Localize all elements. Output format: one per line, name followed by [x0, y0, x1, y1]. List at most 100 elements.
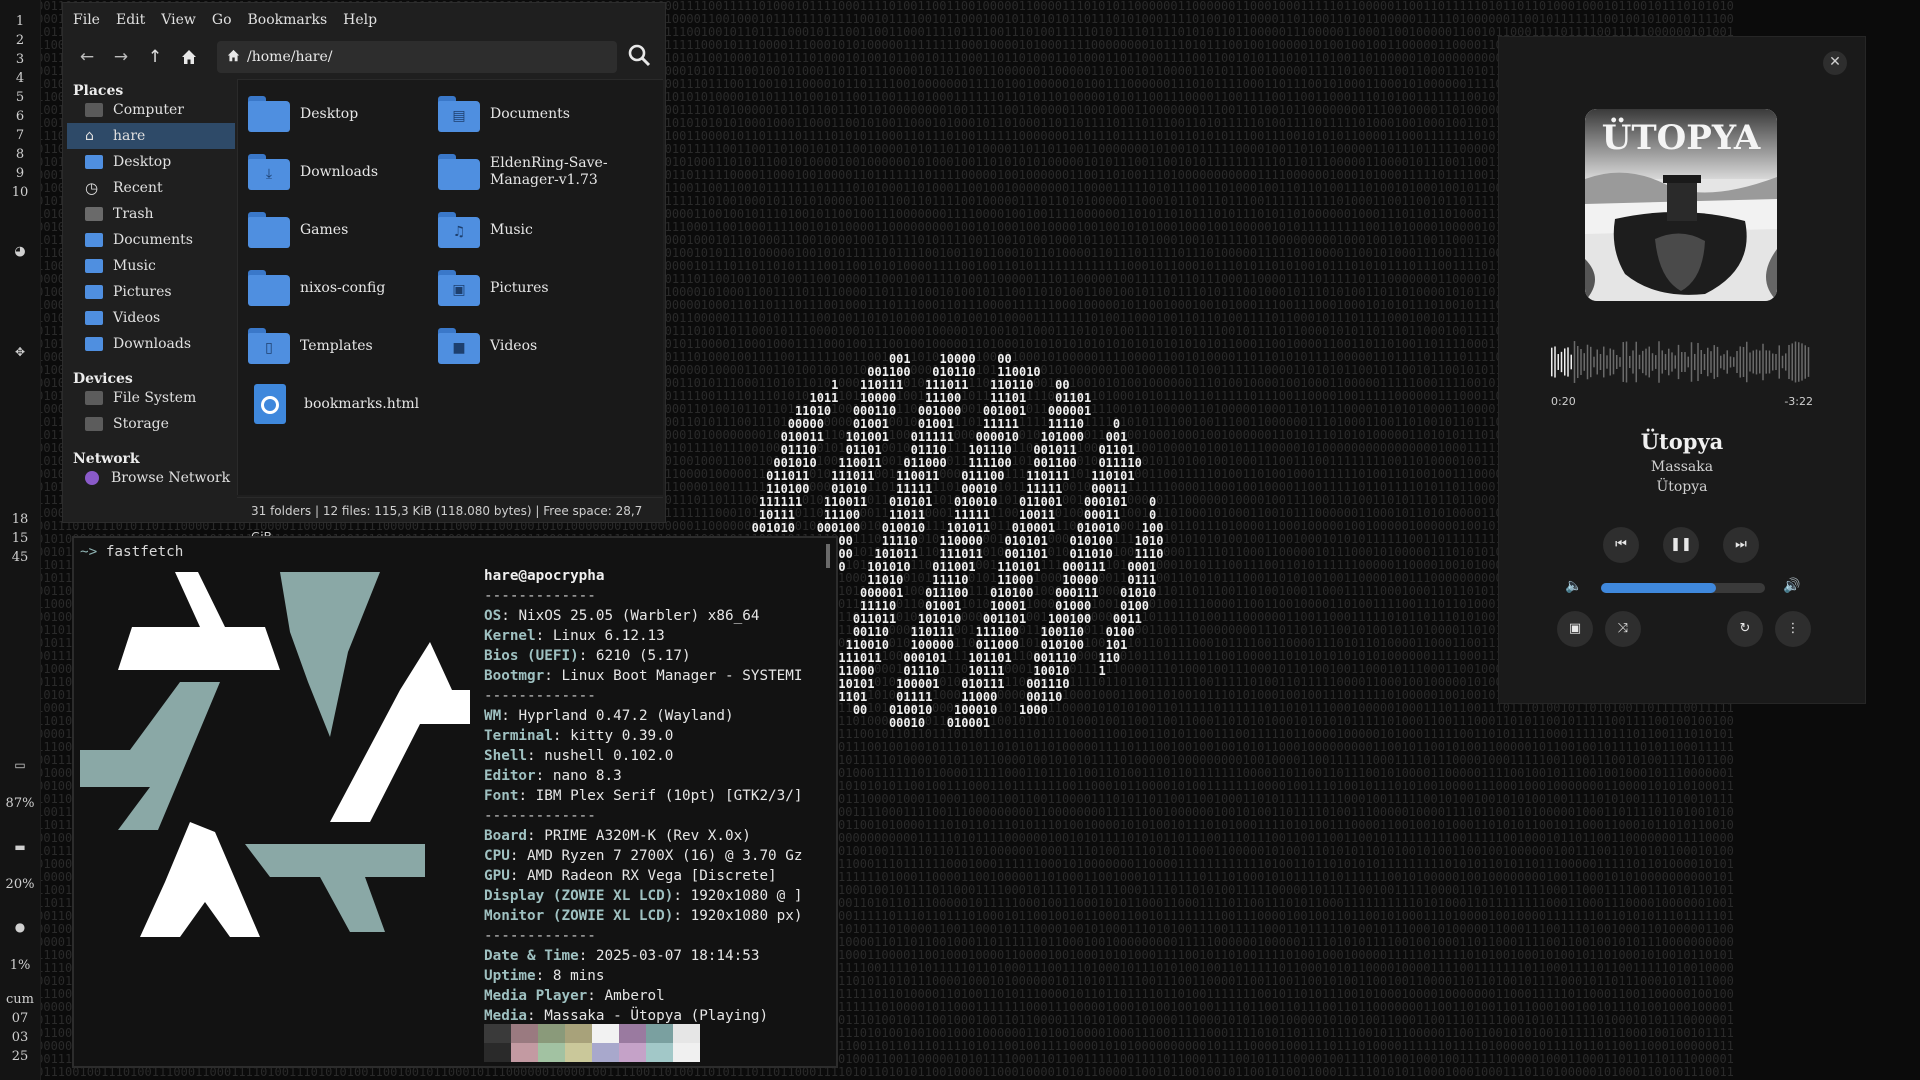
sidebar-item-downloads[interactable]: Downloads [67, 331, 235, 357]
waveform-bar [1684, 352, 1686, 372]
info-value: Hyprland 0.47.2 (Wayland) [518, 708, 734, 724]
sidebar-item-documents[interactable]: Documents [67, 227, 235, 253]
menu-view[interactable]: View [161, 12, 196, 28]
info-key: Uptime [484, 968, 536, 984]
sidebar-item-music[interactable]: Music [67, 253, 235, 279]
info-value: PRIME A320M-K (Rev X.0x) [544, 828, 751, 844]
menu-edit[interactable]: Edit [116, 12, 145, 28]
terminal-window[interactable]: ~> fastfetch hare@apocrypha -------------… [72, 536, 838, 1068]
file-name: Documents [490, 105, 570, 122]
steam-icon[interactable]: ◕ [0, 244, 40, 259]
folder-icon: ⤓ [248, 154, 290, 190]
color-swatch [484, 1024, 511, 1043]
location-path: /home/hare/ [247, 49, 333, 65]
info-key: Monitor (ZOWIE XL LCD) [484, 908, 674, 924]
folder-item[interactable]: EldenRing-Save- Manager-v1.73 [438, 148, 628, 196]
workspace-7[interactable]: 7 [0, 128, 40, 143]
sidebar-item-browse-network[interactable]: Browse Network [67, 465, 235, 491]
workspace-5[interactable]: 5 [0, 90, 40, 105]
up-arrow-icon[interactable]: ↑ [143, 45, 167, 69]
waveform-bar [1567, 347, 1569, 377]
previous-button[interactable]: ⏮ [1603, 527, 1639, 563]
scrollbar[interactable] [826, 544, 830, 568]
search-icon [628, 44, 651, 67]
sidebar-item-label: Documents [113, 232, 193, 248]
folder-videos-icon [85, 311, 103, 325]
folder-item[interactable]: ■ Videos [438, 322, 628, 370]
menu-go[interactable]: Go [212, 12, 232, 28]
info-line: OS: NixOS 25.05 (Warbler) x86_64 [484, 608, 760, 624]
sidebar-item-pictures[interactable]: Pictures [67, 279, 235, 305]
playlist-button[interactable]: ▣ [1557, 611, 1593, 647]
folder-item[interactable]: ♫ Music [438, 206, 628, 254]
folder-item[interactable]: ⤓ Downloads [248, 148, 438, 196]
sidebar-item-videos[interactable]: Videos [67, 305, 235, 331]
shuffle-button[interactable]: ⤨ [1605, 611, 1641, 647]
forward-arrow-icon[interactable]: → [109, 45, 133, 69]
menu-file[interactable]: File [73, 12, 100, 28]
menu-help[interactable]: Help [343, 12, 377, 28]
play-pause-button[interactable]: ❚❚ [1663, 527, 1699, 563]
close-button[interactable]: ✕ [1823, 51, 1847, 75]
workspace-3[interactable]: 3 [0, 52, 40, 67]
info-value: Amberol [604, 988, 665, 1004]
disk-usage: 1% [9, 958, 31, 973]
date-label: cum [6, 992, 34, 1007]
back-arrow-icon[interactable]: ← [75, 45, 99, 69]
info-value: NixOS 25.05 (Warbler) x86_64 [518, 608, 760, 624]
sidebar-item-trash[interactable]: Trash [67, 201, 235, 227]
search-button[interactable] [627, 43, 655, 71]
folder-item[interactable]: ▣ Pictures [438, 264, 628, 312]
workspace-9[interactable]: 9 [0, 166, 40, 181]
waveform-bar [1599, 354, 1602, 370]
menubar: File Edit View Go Bookmarks Help [63, 3, 665, 37]
folder-item[interactable]: Desktop [248, 90, 438, 138]
volume-slider[interactable] [1601, 583, 1765, 593]
skip-forward-icon: ⏭ [1735, 537, 1747, 552]
menu-button[interactable]: ⋮ [1775, 611, 1811, 647]
next-button[interactable]: ⏭ [1723, 527, 1759, 563]
folder-icon [438, 154, 480, 190]
folder-item[interactable]: ▤ Documents [438, 90, 628, 138]
volume-low-icon[interactable]: 🔈 [1565, 578, 1582, 594]
sidebar-item-computer[interactable]: Computer [67, 97, 235, 123]
discord-icon[interactable]: ✥ [0, 345, 40, 359]
sidebar-item-storage[interactable]: Storage [67, 411, 235, 437]
folder-item[interactable]: Games [248, 206, 438, 254]
info-line: Board: PRIME A320M-K (Rev X.0x) [484, 828, 751, 844]
menu-bookmarks[interactable]: Bookmarks [248, 12, 328, 28]
repeat-button[interactable]: ↻ [1727, 611, 1763, 647]
separator: ------------- [484, 688, 596, 704]
song-title: Ütopya [1640, 429, 1724, 454]
volume-high-icon[interactable]: 🔊 [1783, 578, 1800, 594]
workspace-10[interactable]: 10 [0, 185, 40, 200]
folder-item[interactable]: nixos-config [248, 264, 438, 312]
color-swatch [538, 1043, 565, 1062]
seek-waveform[interactable] [1551, 337, 1813, 387]
waveform-bar [1733, 357, 1735, 367]
sidebar-item-label: Music [113, 258, 156, 274]
home-button[interactable] [177, 45, 201, 69]
workspace-1[interactable]: 1 [0, 14, 40, 29]
repeat-icon: ↻ [1739, 621, 1751, 636]
workspace-2[interactable]: 2 [0, 33, 40, 48]
sidebar-item-hare[interactable]: ⌂ hare [67, 123, 235, 149]
artist-name: Massaka [1650, 459, 1714, 475]
sidebar-item-recent[interactable]: ◷ Recent [67, 175, 235, 201]
sidebar-item-label: Videos [113, 310, 161, 326]
workspace-6[interactable]: 6 [0, 109, 40, 124]
sidebar-item-desktop[interactable]: Desktop [67, 149, 235, 175]
file-item[interactable]: bookmarks.html [248, 380, 438, 428]
color-swatch [673, 1043, 700, 1062]
folder-icon: ■ [438, 328, 480, 364]
location-bar[interactable]: /home/hare/ [217, 41, 617, 73]
info-key: Date & Time [484, 948, 579, 964]
workspace-8[interactable]: 8 [0, 147, 40, 162]
waveform-bar [1622, 342, 1624, 382]
memory-usage: 87% [5, 796, 35, 811]
workspace-4[interactable]: 4 [0, 71, 40, 86]
waveform-bar [1671, 352, 1673, 372]
folder-item[interactable]: ▯ Templates [248, 322, 438, 370]
sidebar-item-file-system[interactable]: File System [67, 385, 235, 411]
waveform-bar [1596, 349, 1598, 375]
